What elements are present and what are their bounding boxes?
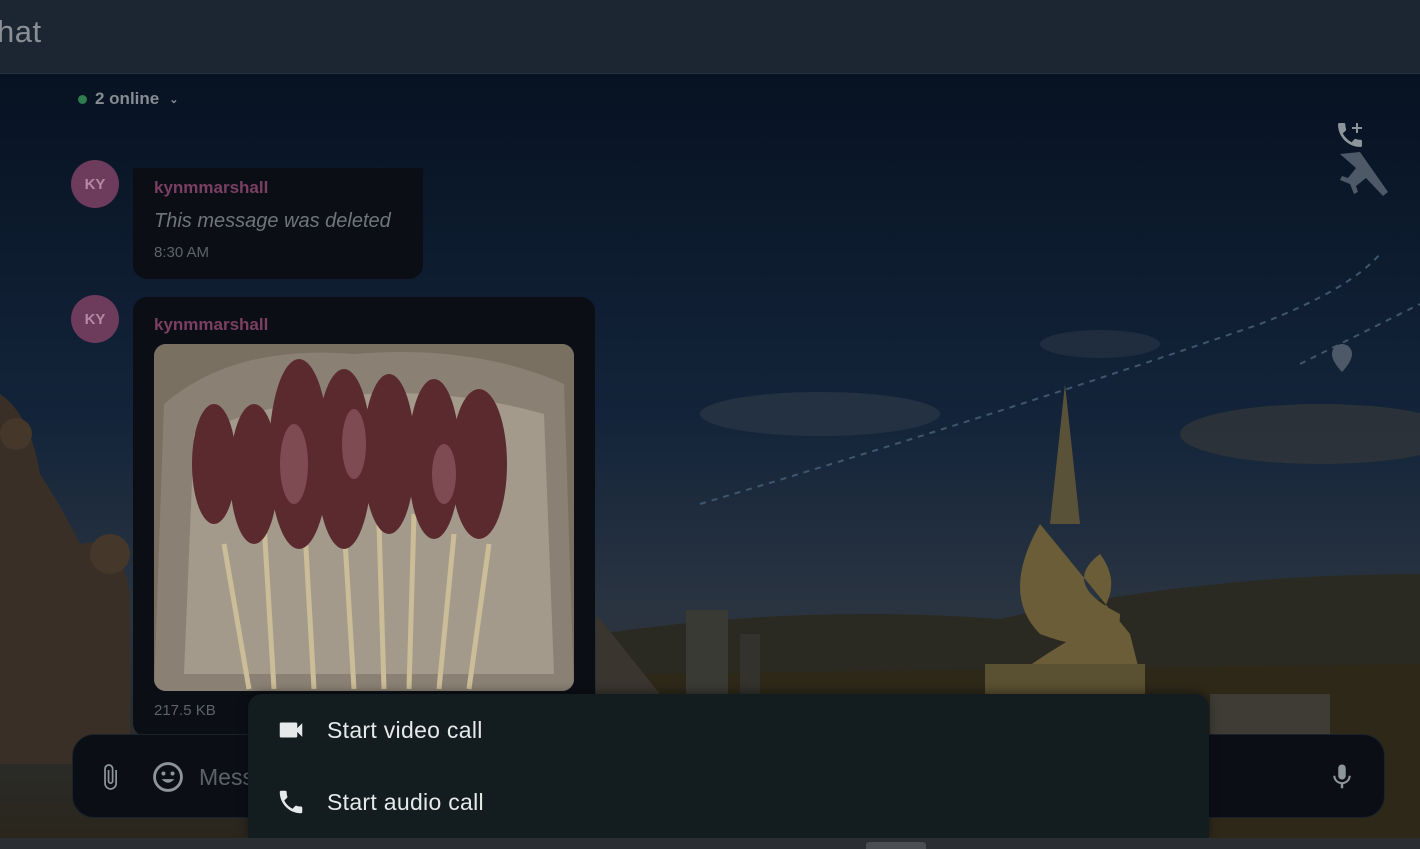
- call-menu: Start video call Start audio call: [248, 694, 1209, 839]
- chat-app: hat 2 online ⌄ KY kynmmarshall This mess…: [0, 0, 1420, 849]
- paperclip-icon[interactable]: [96, 759, 124, 800]
- menu-item-start-video-call[interactable]: Start video call: [248, 694, 1209, 766]
- file-size: 217.5 KB: [154, 702, 216, 719]
- avatar[interactable]: KY: [71, 160, 119, 208]
- message-time: 8:30 AM: [154, 244, 210, 261]
- chevron-down-icon: ⌄: [169, 93, 179, 106]
- deleted-message-text: This message was deleted: [154, 210, 391, 232]
- online-status[interactable]: 2 online ⌄: [78, 89, 178, 109]
- menu-item-start-audio-call[interactable]: Start audio call: [248, 766, 1209, 838]
- bottom-bar: [0, 838, 1420, 849]
- bottom-handle[interactable]: [866, 842, 926, 849]
- add-call-icon[interactable]: [1334, 119, 1366, 151]
- message-photo[interactable]: [154, 344, 574, 691]
- menu-item-label: Start video call: [327, 716, 483, 743]
- message-bubble-image[interactable]: kynmmarshall: [133, 297, 595, 737]
- chat-header: hat: [0, 0, 1420, 74]
- videocam-icon: [274, 713, 308, 747]
- online-dot-icon: [78, 94, 87, 104]
- message-sender: kynmmarshall: [154, 178, 269, 197]
- chat-title: hat: [0, 14, 42, 49]
- message-sender: kynmmarshall: [154, 315, 269, 334]
- message-bubble-deleted[interactable]: kynmmarshall This message was deleted 8:…: [133, 168, 423, 279]
- menu-item-label: Start audio call: [327, 788, 484, 815]
- phone-icon: [274, 785, 308, 819]
- emoji-icon[interactable]: [151, 760, 185, 799]
- mic-icon[interactable]: [1327, 759, 1357, 800]
- online-count: 2 online: [95, 89, 160, 108]
- avatar[interactable]: KY: [71, 295, 119, 343]
